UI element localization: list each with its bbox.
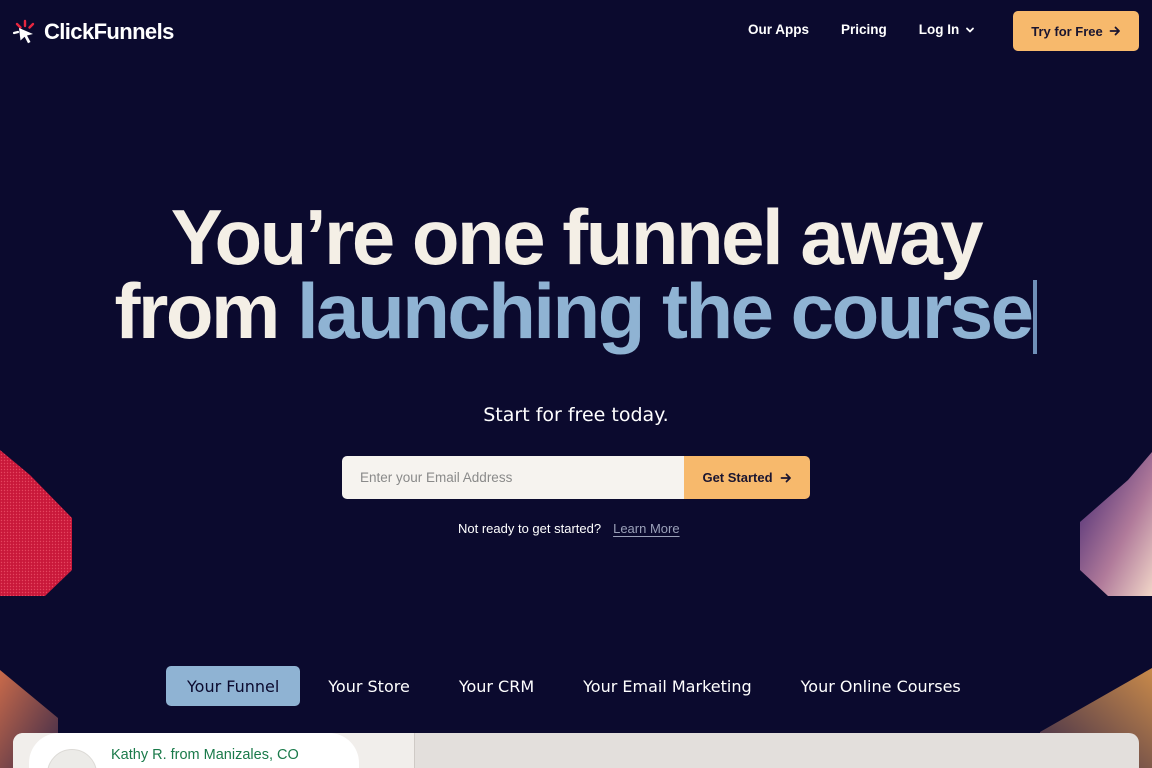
hero-line-2-prefix: from — [114, 267, 281, 355]
nav-log-in-label: Log In — [918, 22, 960, 37]
brand-logo[interactable]: ClickFunnels — [12, 17, 174, 47]
arrow-right-icon — [780, 473, 791, 482]
feature-tabs: Your Funnel Your Store Your CRM Your Ema… — [166, 666, 982, 706]
typing-caret — [1033, 280, 1038, 354]
hero-line-2: from launching the course — [0, 272, 1152, 354]
nav-log-in[interactable]: Log In — [919, 22, 976, 37]
decorative-shape-right — [1080, 452, 1152, 596]
avatar — [47, 749, 97, 768]
preview-panel: Kathy R. from Manizales, CO — [13, 733, 1139, 768]
hero-line-1: You’re one funnel away — [170, 193, 984, 281]
tab-your-store[interactable]: Your Store — [307, 666, 431, 706]
not-ready-text: Not ready to get started? — [458, 521, 602, 536]
not-ready-row: Not ready to get started? Learn More — [458, 521, 680, 536]
hero-headline: You’re one funnel away from launching th… — [0, 193, 1152, 354]
main-nav: Our Apps Pricing Log In — [748, 22, 975, 37]
reviewer-name: Kathy R. from Manizales, CO — [111, 747, 299, 763]
tab-your-online-courses[interactable]: Your Online Courses — [780, 666, 982, 706]
tab-your-crm[interactable]: Your CRM — [438, 666, 555, 706]
hero-rotating-text: launching the course — [297, 267, 1034, 355]
review-card: Kathy R. from Manizales, CO — [29, 733, 359, 768]
arrow-right-icon — [1109, 26, 1120, 36]
email-input[interactable] — [342, 456, 684, 499]
nav-our-apps[interactable]: Our Apps — [748, 22, 809, 37]
cursor-burst-icon — [12, 19, 35, 44]
try-for-free-button[interactable]: Try for Free — [1013, 11, 1139, 51]
get-started-label: Get Started — [702, 470, 773, 485]
nav-pricing[interactable]: Pricing — [841, 22, 887, 37]
decorative-shape-left — [0, 450, 72, 596]
hero-subtitle: Start for free today. — [483, 404, 669, 426]
preview-panel-left: Kathy R. from Manizales, CO — [13, 733, 415, 768]
try-for-free-label: Try for Free — [1031, 23, 1103, 39]
tab-your-email-marketing[interactable]: Your Email Marketing — [562, 666, 772, 706]
get-started-button[interactable]: Get Started — [684, 456, 810, 499]
brand-name: ClickFunnels — [44, 19, 174, 44]
chevron-down-icon — [966, 27, 975, 32]
tab-your-funnel[interactable]: Your Funnel — [166, 666, 301, 706]
learn-more-link[interactable]: Learn More — [613, 521, 679, 536]
site-header: ClickFunnels Our Apps Pricing Log In Try… — [0, 0, 1152, 62]
